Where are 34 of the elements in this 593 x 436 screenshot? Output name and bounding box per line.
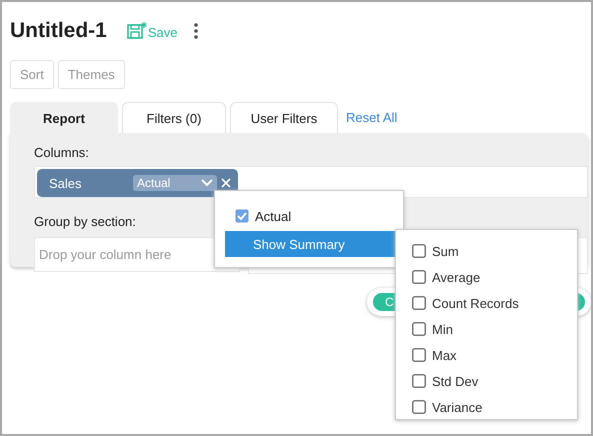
toolbar-button[interactable]: Sort	[10, 60, 54, 89]
aggregate-dropdown[interactable]: Actual	[133, 175, 217, 191]
column-chip[interactable]: Sales Actual	[37, 169, 238, 197]
chevron-down-icon	[201, 179, 213, 187]
save-button[interactable]: Save	[126, 22, 178, 40]
checkbox[interactable]	[235, 209, 249, 223]
group-by-label: Group by section:	[34, 214, 136, 229]
more-icon[interactable]	[193, 22, 200, 40]
save-icon	[126, 22, 147, 40]
option-label: Min	[432, 322, 453, 336]
tab[interactable]: Filters (0)	[122, 102, 226, 133]
menu-item-label: Actual	[255, 208, 292, 224]
columns-label: Columns:	[34, 145, 89, 160]
option-label: Sum	[432, 244, 459, 258]
column-name: Sales	[49, 176, 83, 190]
reset-all-link[interactable]: Reset All	[346, 110, 398, 125]
checkbox[interactable]	[412, 400, 426, 414]
toolbar-button[interactable]: Themes	[58, 60, 125, 89]
option-label: Max	[432, 348, 457, 362]
option-label: Average	[432, 270, 480, 284]
checkbox[interactable]	[412, 296, 426, 310]
option-label: Count Records	[432, 296, 519, 310]
tab[interactable]: Report	[10, 102, 118, 133]
report-title: Untitled-1	[10, 19, 107, 43]
checkbox[interactable]	[412, 322, 426, 336]
checkbox[interactable]	[412, 270, 426, 284]
checkbox[interactable]	[412, 348, 426, 362]
option-label: Std Dev	[432, 374, 478, 388]
columns-drop-area[interactable]: Sales Actual	[34, 166, 588, 198]
tab[interactable]: User Filters	[230, 102, 338, 133]
checkbox[interactable]	[412, 374, 426, 388]
option-label: Variance	[432, 400, 482, 414]
close-icon[interactable]	[221, 178, 231, 188]
checkbox[interactable]	[412, 244, 426, 258]
